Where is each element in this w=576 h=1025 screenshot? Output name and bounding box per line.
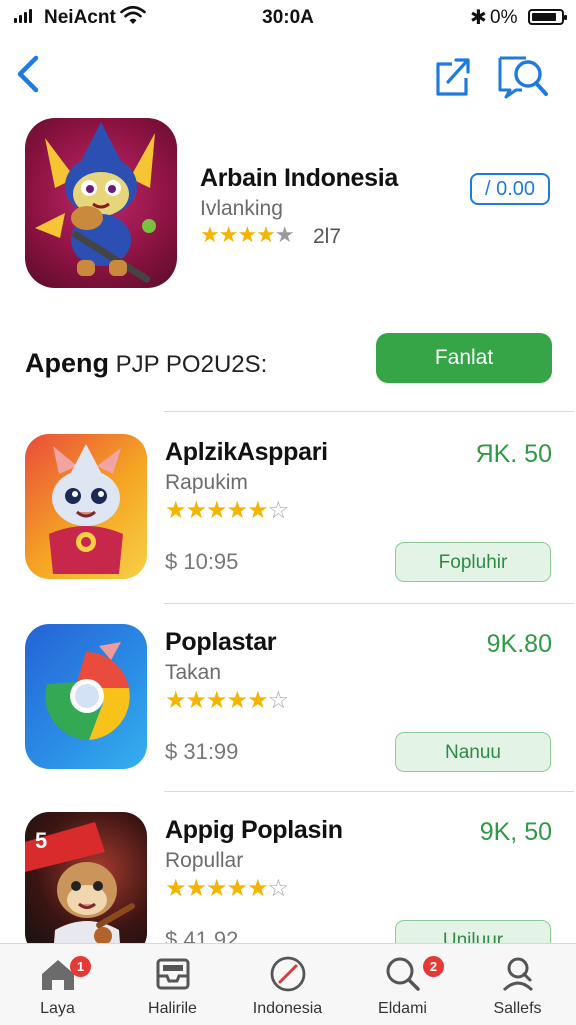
featured-price-button[interactable]: / 0.00 <box>470 173 550 205</box>
tab-label: Sallefs <box>493 1000 542 1017</box>
swirl-logo-illustration <box>45 642 130 740</box>
tab-bar: 1 Laya Halirile Indonesia 2 Eldami Salle… <box>0 943 576 1025</box>
app-price: 9K.80 <box>486 630 552 658</box>
search-icon[interactable] <box>496 54 550 100</box>
app-icon[interactable]: 5 <box>25 812 147 957</box>
app-name[interactable]: Appig Poplasin <box>165 816 343 845</box>
tab-indonesia[interactable]: Indonesia <box>230 944 345 1025</box>
app-meta: $ 10:95 <box>165 549 239 574</box>
section-title: Apeng PJP PO2U2S: <box>25 348 268 378</box>
app-subtitle: Takan <box>165 661 222 684</box>
divider <box>164 791 574 792</box>
battery-percent: 0% <box>490 7 518 28</box>
status-bar: NeiAcnt 30:0A ✱ 0% <box>0 0 576 36</box>
app-action-button[interactable]: Fopluhir <box>395 542 551 582</box>
nav-bar <box>0 40 576 110</box>
monkey-mascot-illustration: 5 <box>25 822 136 957</box>
tab-sallefs[interactable]: Sallefs <box>460 944 575 1025</box>
tray-icon <box>156 958 190 990</box>
tab-label: Indonesia <box>252 1000 323 1017</box>
app-row[interactable]: AplzikAsppari Rapukim ★★★★★☆ ЯK. 50 $ 10… <box>0 434 576 614</box>
star-rating: ★★★★★☆ <box>165 687 289 714</box>
app-price: ЯK. 50 <box>475 440 552 468</box>
app-row[interactable]: Poplastar Takan ★★★★★☆ 9K.80 $ 31:99 Nan… <box>0 624 576 804</box>
compass-icon <box>270 956 306 992</box>
back-chevron-icon[interactable] <box>12 52 46 96</box>
notification-badge: 1 <box>70 956 91 977</box>
search-icon <box>386 957 420 991</box>
tab-label: Halirile <box>148 1000 197 1017</box>
featured-app-icon[interactable] <box>25 118 177 288</box>
tab-label: Eldami <box>378 1000 427 1017</box>
featured-app-subtitle: Ivlanking <box>200 197 283 220</box>
share-icon[interactable] <box>430 54 474 98</box>
app-action-button[interactable]: Nanuu <box>395 732 551 772</box>
app-icon[interactable] <box>25 624 147 769</box>
section-action-button[interactable]: Fanlat <box>376 333 552 383</box>
star-rating: ★★★★★☆ <box>165 875 289 902</box>
bluetooth-icon: ✱ <box>470 7 487 29</box>
svg-text:5: 5 <box>35 828 47 853</box>
app-subtitle: Rapukim <box>165 471 248 494</box>
app-meta: $ 31:99 <box>165 739 239 764</box>
star-rating: ★★★★★☆ <box>165 497 289 524</box>
divider <box>164 411 574 412</box>
cat-mascot-illustration <box>49 444 123 574</box>
app-icon[interactable] <box>25 434 147 579</box>
featured-rating-count: 2l7 <box>313 225 342 248</box>
app-subtitle: Ropullar <box>165 849 244 872</box>
mascot-illustration <box>35 122 156 283</box>
app-name[interactable]: Poplastar <box>165 628 277 657</box>
featured-app[interactable]: Arbain Indonesia Ivlanking ★★★★★ 2l7 / 0… <box>0 116 576 296</box>
divider <box>164 603 574 604</box>
featured-app-name[interactable]: Arbain Indonesia <box>200 164 398 193</box>
section-header: Apeng PJP PO2U2S: Fanlat <box>0 330 576 390</box>
tab-home[interactable]: 1 Laya <box>0 944 115 1025</box>
tab-label: Laya <box>40 1000 75 1017</box>
notification-badge: 2 <box>423 956 444 977</box>
tab-eldami[interactable]: 2 Eldami <box>345 944 460 1025</box>
app-name[interactable]: AplzikAsppari <box>165 438 328 467</box>
app-price: 9K, 50 <box>479 818 552 846</box>
profile-search-icon <box>502 957 534 992</box>
battery-icon <box>528 9 567 25</box>
tab-halirile[interactable]: Halirile <box>115 944 230 1025</box>
featured-star-rating: ★★★★★ <box>200 222 295 247</box>
